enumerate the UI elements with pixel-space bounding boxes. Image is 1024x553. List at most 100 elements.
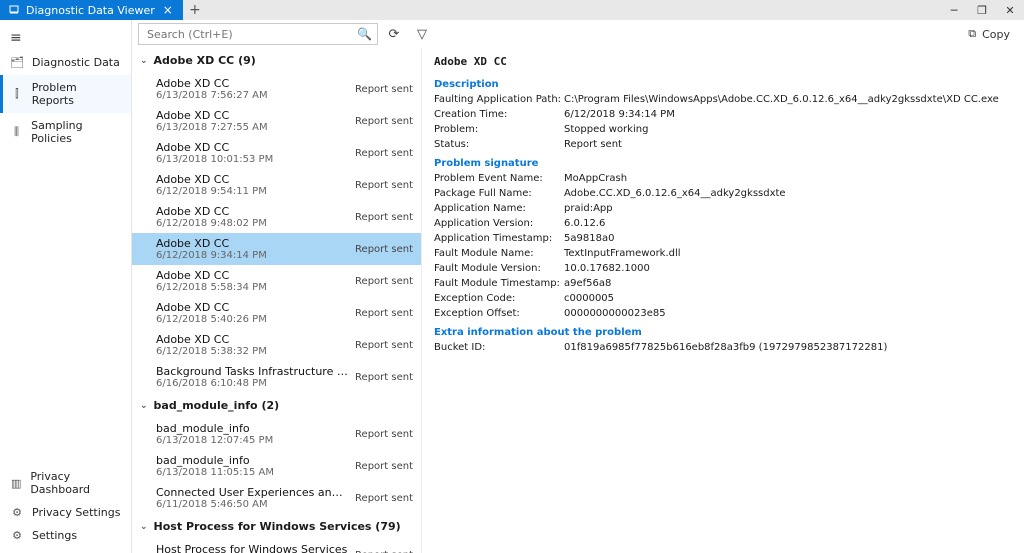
item-date: 6/12/2018 5:58:34 PM [156,282,267,293]
item-status: Report sent [355,180,413,191]
sidebar-item-privacy-dashboard[interactable]: ▥Privacy Dashboard [0,465,131,501]
detail-key: Application Timestamp: [434,231,564,246]
hamburger-button[interactable]: ≡ [0,26,131,50]
chevron-down-icon: ⌄ [140,56,148,66]
sidebar-item-sampling-policies[interactable]: ⫼Sampling Policies [0,113,131,151]
item-status: Report sent [355,308,413,319]
detail-key: Bucket ID: [434,340,564,355]
detail-row: Application Timestamp:5a9818a0 [434,231,1012,246]
detail-section-extra: Extra information about the problem [434,325,1012,340]
sidebar: ≡ 🗂Diagnostic Data⫿Problem Reports⫼Sampl… [0,20,132,553]
list-item[interactable]: Adobe XD CC6/12/2018 9:54:11 PMReport se… [132,169,421,201]
toolbar: 🔍 ⟳ ▽ ⧉ Copy [132,20,1024,48]
group-header[interactable]: ⌄Host Process for Windows Services (79) [132,514,421,539]
item-status: Report sent [355,340,413,351]
detail-row: Bucket ID:01f819a6985f77825b616eb8f28a3f… [434,340,1012,355]
list-item[interactable]: bad_module_info6/13/2018 11:05:15 AMRepo… [132,450,421,482]
item-status: Report sent [355,372,413,383]
list-item[interactable]: Adobe XD CC6/13/2018 7:56:27 AMReport se… [132,73,421,105]
detail-value: c0000005 [564,291,1012,306]
list-item[interactable]: bad_module_info6/13/2018 12:07:45 PMRepo… [132,418,421,450]
sidebar-item-privacy-settings[interactable]: ⚙Privacy Settings [0,501,131,524]
detail-value: 10.0.17682.1000 [564,261,1012,276]
detail-key: Application Version: [434,216,564,231]
list-item[interactable]: Adobe XD CC6/12/2018 9:34:14 PMReport se… [132,233,421,265]
item-status: Report sent [355,493,413,504]
list-item[interactable]: Background Tasks Infrastructure Service6… [132,361,421,393]
detail-key: Problem Event Name: [434,171,564,186]
item-date: 6/13/2018 11:05:15 AM [156,467,274,478]
item-title: Connected User Experiences and Telemetry [156,486,349,499]
sidebar-item-settings[interactable]: ⚙Settings [0,524,131,547]
copy-button[interactable]: ⧉ Copy [960,25,1018,43]
refresh-button[interactable]: ⟳ [382,23,406,45]
item-title: bad_module_info [156,422,273,435]
files-icon: 🗂 [10,56,24,69]
item-date: 6/12/2018 5:40:26 PM [156,314,267,325]
item-title: Adobe XD CC [156,301,267,314]
detail-value: 5a9818a0 [564,231,1012,246]
detail-row: Package Full Name:Adobe.CC.XD_6.0.12.6_x… [434,186,1012,201]
item-title: Adobe XD CC [156,333,267,346]
item-date: 6/12/2018 9:54:11 PM [156,186,267,197]
detail-row: Exception Code:c0000005 [434,291,1012,306]
detail-key: Status: [434,137,564,152]
sidebar-item-problem-reports[interactable]: ⫿Problem Reports [0,75,131,113]
detail-value: Adobe.CC.XD_6.0.12.6_x64__adky2gkssdxte [564,186,1012,201]
item-status: Report sent [355,244,413,255]
list-item[interactable]: Adobe XD CC6/12/2018 5:38:32 PMReport se… [132,329,421,361]
group-title: Adobe XD CC (9) [154,54,256,67]
sidebar-item-diagnostic-data[interactable]: 🗂Diagnostic Data [0,50,131,75]
item-date: 6/13/2018 12:07:45 PM [156,435,273,446]
detail-row: Creation Time:6/12/2018 9:34:14 PM [434,107,1012,122]
search-input[interactable] [138,23,378,45]
new-tab-button[interactable]: + [183,2,207,18]
list-item[interactable]: Adobe XD CC6/12/2018 5:58:34 PM Report se… [132,265,421,297]
item-title: Adobe XD CC [156,269,267,282]
list-item[interactable]: Adobe XD CC6/12/2018 5:40:26 PM Report se… [132,297,421,329]
app-icon [8,4,20,16]
detail-value: 01f819a6985f77825b616eb8f28a3fb9 (197297… [564,340,1012,355]
maximize-button[interactable]: ❐ [968,0,996,20]
detail-value: 0000000000023e85 [564,306,1012,321]
detail-value: praid:App [564,201,1012,216]
report-list[interactable]: ⌄Adobe XD CC (9)Adobe XD CC6/13/2018 7:5… [132,48,422,553]
item-date: 6/13/2018 7:27:55 AM [156,122,268,133]
group-header[interactable]: ⌄bad_module_info (2) [132,393,421,418]
detail-key: Exception Offset: [434,306,564,321]
detail-key: Faulting Application Path: [434,92,564,107]
item-date: 6/13/2018 7:56:27 AM [156,90,268,101]
item-date: 6/12/2018 9:48:02 PM [156,218,267,229]
item-title: Background Tasks Infrastructure Service [156,365,349,378]
filter-button[interactable]: ▽ [410,23,434,45]
detail-row: Fault Module Version:10.0.17682.1000 [434,261,1012,276]
list-item[interactable]: Host Process for Windows Services6/19/20… [132,539,421,553]
item-date: 6/16/2018 6:10:48 PM [156,378,349,389]
sidebar-item-label: Settings [32,529,77,542]
group-title: bad_module_info (2) [154,399,280,412]
close-tab-icon[interactable]: × [161,4,175,16]
detail-section-signature: Problem signature [434,156,1012,171]
item-title: Adobe XD CC [156,237,267,250]
detail-value: Stopped working [564,122,1012,137]
detail-key: Creation Time: [434,107,564,122]
detail-value: Report sent [564,137,1012,152]
group-header[interactable]: ⌄ Adobe XD CC (9) [132,48,421,73]
detail-key: Problem: [434,122,564,137]
list-item[interactable]: Adobe XD CC6/12/2018 9:48:02 PMReport se… [132,201,421,233]
copy-label: Copy [982,28,1010,41]
item-title: Adobe XD CC [156,109,268,122]
item-status: Report sent [355,276,413,287]
app-tab-label: Diagnostic Data Viewer [26,4,155,17]
list-item[interactable]: Connected User Experiences and Telemetry… [132,482,421,514]
list-item[interactable]: Adobe XD CC6/13/2018 7:27:55 AM Report se… [132,105,421,137]
close-window-button[interactable]: ✕ [996,0,1024,20]
minimize-button[interactable]: ─ [940,0,968,20]
app-tab[interactable]: Diagnostic Data Viewer × [0,0,183,20]
gear-icon: ⚙ [10,506,24,519]
search-box: 🔍 [138,23,378,45]
list-item[interactable]: Adobe XD CC6/13/2018 10:01:53 PMReport s… [132,137,421,169]
item-status: Report sent [355,116,413,127]
copy-icon: ⧉ [968,27,976,41]
bang-icon: ⫿ [10,87,24,101]
